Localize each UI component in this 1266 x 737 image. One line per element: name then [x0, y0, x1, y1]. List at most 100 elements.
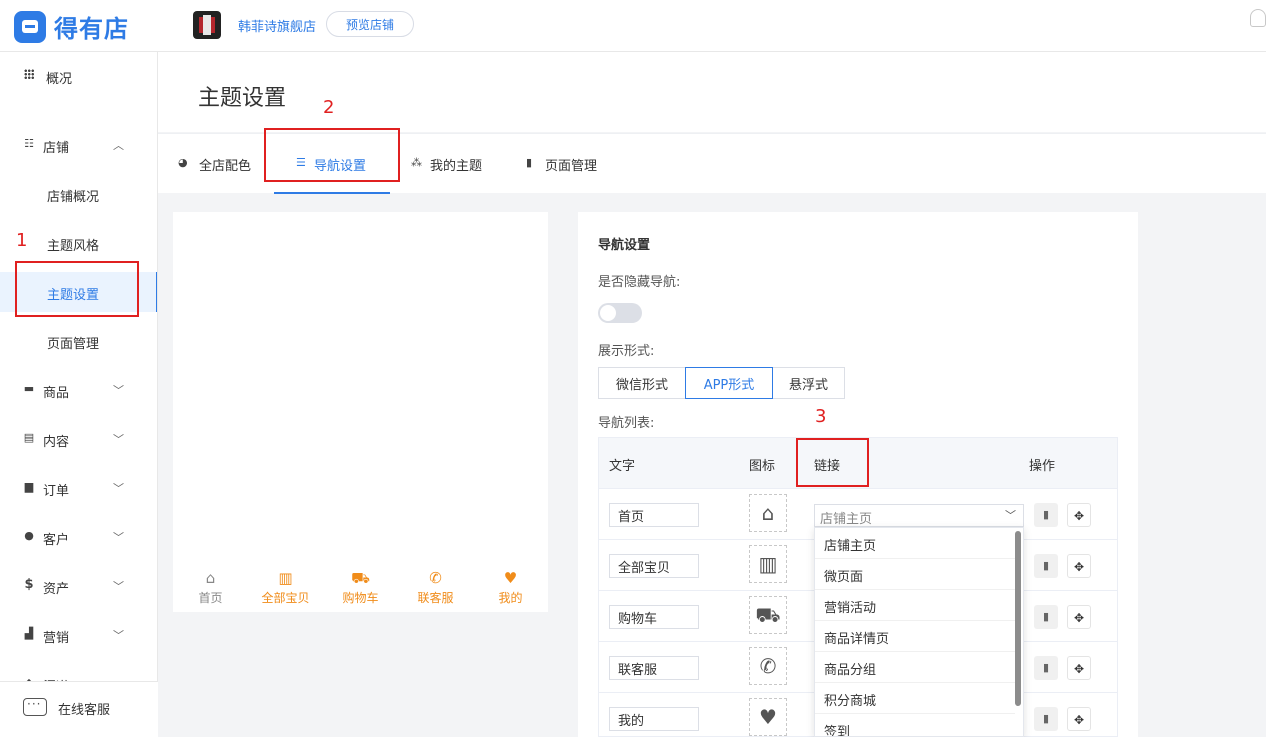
sidebar-item-shop[interactable]: ☷ 店铺 ︿ — [0, 125, 157, 165]
dollar-icon: $ — [24, 577, 34, 592]
annotation-number-3: 3 — [815, 406, 827, 427]
sidebar-item-customers[interactable]: ● 客户 ﹀ — [0, 517, 157, 557]
preview-store-button[interactable]: 预览店铺 — [326, 11, 414, 37]
dropdown-option[interactable]: 店铺主页 — [815, 528, 1015, 559]
dropdown-option[interactable]: 签到 — [815, 714, 1015, 737]
chevron-down-icon: ﹀ — [113, 580, 124, 593]
preview-nav-label: 联客服 — [417, 591, 454, 605]
nav-list-label: 导航列表: — [598, 416, 655, 431]
basket-icon[interactable]: ▥ — [749, 545, 787, 583]
sidebar-sub-page-manage[interactable]: 页面管理 — [0, 321, 157, 361]
top-bar: 得有店 韩菲诗旗舰店 预览店铺 — [0, 0, 1266, 52]
phone-preview: ⌂ 首页 ▥ 全部宝贝 ⛟ 购物车 ✆ 联客服 ♥ 我的 — [173, 212, 548, 612]
nav-text-input[interactable] — [609, 605, 699, 629]
app-logo[interactable]: 得有店 — [14, 9, 129, 44]
dropdown-option[interactable]: 积分商城 — [815, 683, 1015, 714]
preview-nav-label: 全部宝贝 — [261, 591, 310, 605]
preview-nav-item: ⛟ 购物车 — [323, 568, 398, 608]
hide-nav-toggle[interactable] — [598, 303, 642, 323]
phone-icon[interactable]: ✆ — [749, 647, 787, 685]
move-icon[interactable]: ✥ — [1067, 656, 1091, 680]
tab-my-themes[interactable]: ⁂ 我的主题 — [411, 134, 511, 194]
sidebar-item-overview[interactable]: 概况 — [0, 56, 157, 96]
dropdown-option[interactable]: 微页面 — [815, 559, 1015, 590]
sidebar-item-label: 营销 — [43, 631, 70, 646]
dropdown-option-label: 签到 — [824, 725, 851, 737]
delete-icon[interactable]: ▮ — [1034, 503, 1058, 527]
delete-icon[interactable]: ▮ — [1034, 605, 1058, 629]
link-select[interactable]: 店铺主页 ﹀ — [814, 504, 1024, 527]
preview-nav-item: ♥ 我的 — [473, 568, 548, 608]
dropdown-scrollbar[interactable] — [1015, 531, 1021, 706]
sidebar-item-marketing[interactable]: ▟ 营销 ﹀ — [0, 615, 157, 655]
sidebar-sub-shop-overview[interactable]: 店铺概况 — [0, 174, 157, 214]
dropdown-option[interactable]: 商品分组 — [815, 652, 1015, 683]
sidebar-item-assets[interactable]: $ 资产 ﹀ — [0, 566, 157, 606]
bar-chart-icon: ▟ — [24, 627, 34, 640]
home-icon: ⌂ — [205, 569, 216, 587]
display-option-app[interactable]: APP形式 — [685, 367, 773, 399]
preview-nav-label: 我的 — [498, 591, 523, 605]
sidebar-item-label: 概况 — [46, 72, 73, 87]
display-option-wechat[interactable]: 微信形式 — [598, 367, 686, 399]
sidebar-item-label: 订单 — [43, 484, 70, 499]
chevron-down-icon: ﹀ — [113, 531, 124, 544]
preview-nav-label: 购物车 — [342, 591, 379, 605]
annotation-box-2 — [264, 128, 400, 182]
link-dropdown: 店铺主页 微页面 营销活动 商品详情页 商品分组 积分商城 签到 — [814, 527, 1024, 737]
online-service[interactable]: 在线客服 — [0, 681, 158, 737]
sliders-icon: ☷ — [24, 137, 34, 150]
store-avatar[interactable] — [193, 11, 221, 39]
dropdown-option[interactable]: 营销活动 — [815, 590, 1015, 621]
page-title: 主题设置 — [198, 86, 287, 111]
nav-text-input[interactable] — [609, 656, 699, 680]
heart-icon[interactable]: ♥ — [749, 698, 787, 736]
chevron-down-icon: ﹀ — [113, 433, 124, 446]
online-service-label: 在线客服 — [58, 703, 111, 718]
display-option-float[interactable]: 悬浮式 — [772, 367, 845, 399]
sidebar-item-content[interactable]: ▤ 内容 ﹀ — [0, 419, 157, 459]
store-name[interactable]: 韩菲诗旗舰店 — [238, 16, 316, 35]
delete-icon[interactable]: ▮ — [1034, 656, 1058, 680]
phone-icon: ✆ — [429, 569, 442, 587]
delete-icon[interactable]: ▮ — [1034, 707, 1058, 731]
column-header-text: 文字 — [609, 459, 636, 474]
chevron-down-icon: ﹀ — [113, 629, 124, 642]
book-icon: ▮ — [526, 156, 533, 169]
sidebar-item-label: 店铺 — [43, 141, 70, 156]
dropdown-option-label: 微页面 — [824, 570, 864, 585]
move-icon[interactable]: ✥ — [1067, 503, 1091, 527]
bell-icon[interactable] — [1250, 9, 1266, 27]
sidebar-item-label: 商品 — [43, 386, 70, 401]
annotation-number-1: 1 — [16, 230, 28, 251]
sidebar-item-goods[interactable]: ▬ 商品 ﹀ — [0, 370, 157, 410]
delete-icon[interactable]: ▮ — [1034, 554, 1058, 578]
heart-icon: ♥ — [503, 569, 518, 587]
chevron-down-icon: ﹀ — [113, 482, 124, 495]
tab-page-manage[interactable]: ▮ 页面管理 — [526, 134, 626, 194]
sidebar-item-label: 内容 — [43, 435, 70, 450]
home-icon[interactable]: ⌂ — [749, 494, 787, 532]
box-icon: ▬ — [23, 382, 35, 395]
sidebar-item-label: 客户 — [43, 533, 70, 548]
annotation-number-2: 2 — [323, 97, 335, 118]
nav-text-input[interactable] — [609, 707, 699, 731]
nav-text-input[interactable] — [609, 554, 699, 578]
sidebar-item-orders[interactable]: ▆ 订单 ﹀ — [0, 468, 157, 508]
sidebar-sub-label: 页面管理 — [47, 337, 100, 352]
chat-icon — [23, 697, 47, 716]
nav-text-input[interactable] — [609, 503, 699, 527]
display-mode-label: 展示形式: — [598, 344, 655, 359]
dropdown-option-label: 店铺主页 — [824, 539, 877, 554]
tab-label: 全店配色 — [199, 159, 252, 174]
preview-nav-item: ▥ 全部宝贝 — [248, 568, 323, 608]
cart-icon[interactable]: ⛟ — [749, 596, 787, 634]
move-icon[interactable]: ✥ — [1067, 605, 1091, 629]
chevron-down-icon: ﹀ — [1005, 509, 1016, 522]
tab-store-colors[interactable]: ◕ 全店配色 — [178, 134, 278, 194]
dropdown-option-label: 营销活动 — [824, 601, 877, 616]
dropdown-option[interactable]: 商品详情页 — [815, 621, 1015, 652]
move-icon[interactable]: ✥ — [1067, 707, 1091, 731]
move-icon[interactable]: ✥ — [1067, 554, 1091, 578]
sidebar-sub-label: 主题风格 — [47, 239, 100, 254]
